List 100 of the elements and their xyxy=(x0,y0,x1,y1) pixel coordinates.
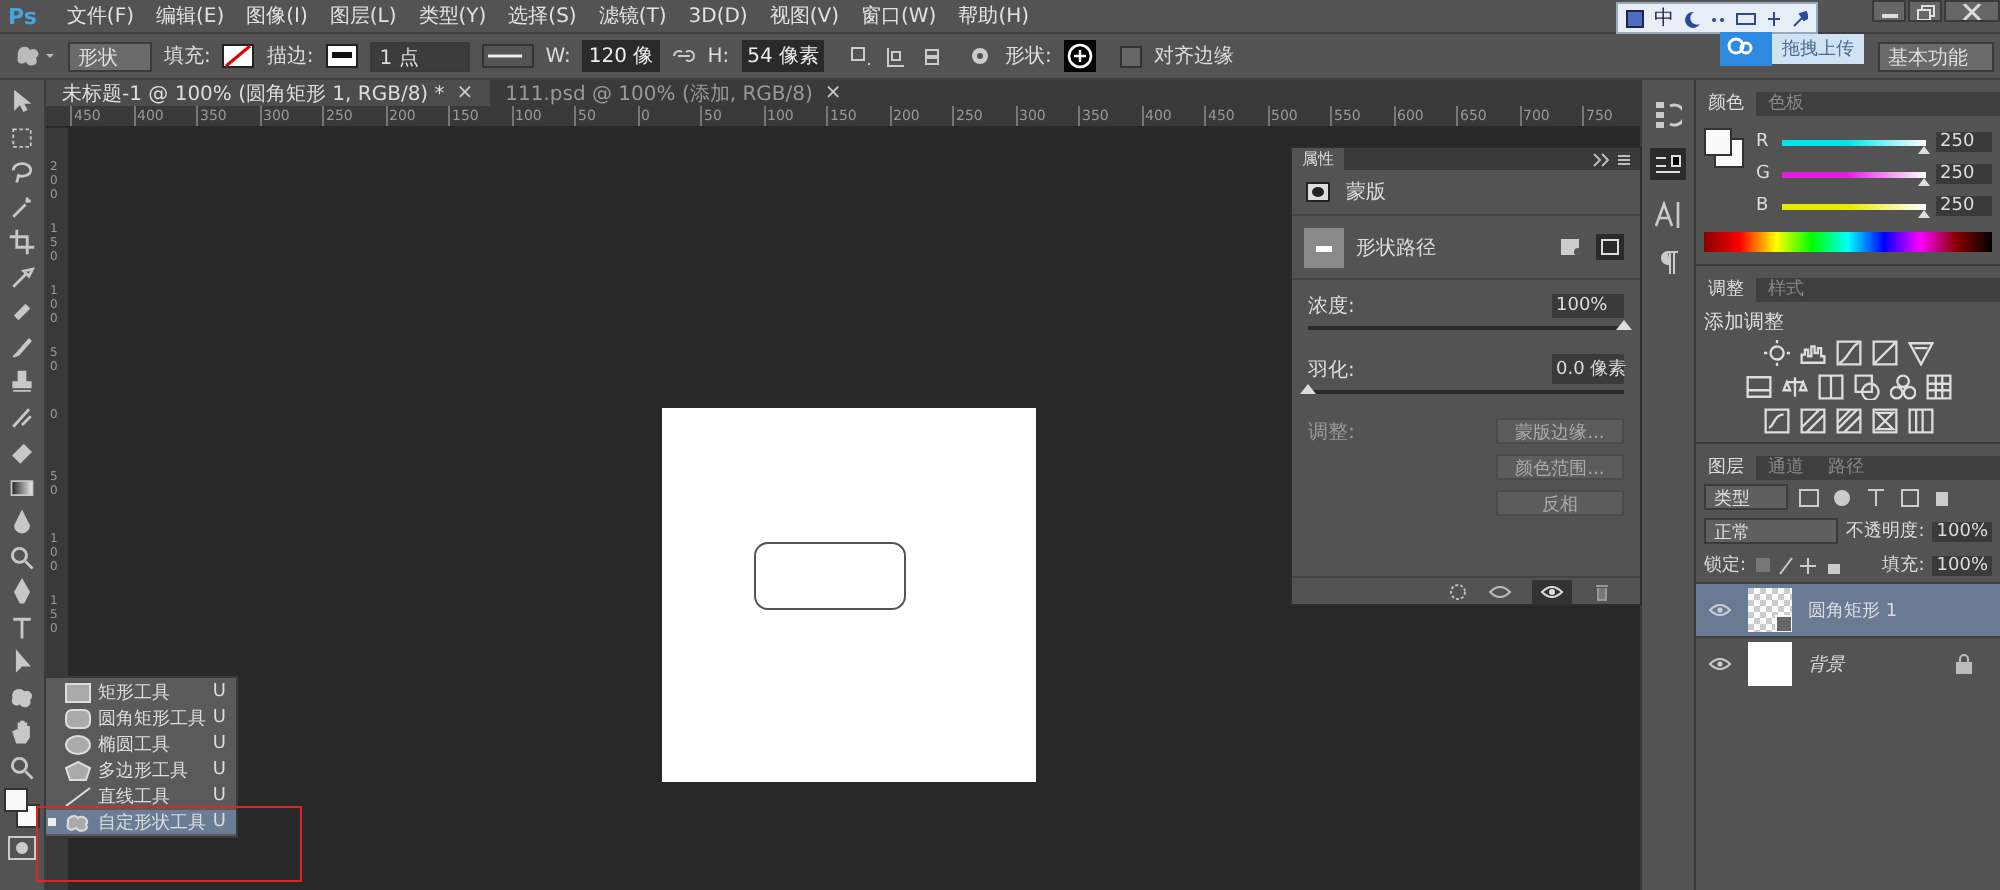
brush-icon[interactable] xyxy=(8,333,36,361)
lock-icon[interactable] xyxy=(1956,654,1972,674)
layer-row[interactable]: 圆角矩形 1 xyxy=(1696,582,2000,636)
paragraph-icon[interactable] xyxy=(1656,248,1680,276)
layer-row[interactable]: 背景 xyxy=(1696,636,2000,690)
settings-icon[interactable] xyxy=(968,44,993,68)
history-icon[interactable] xyxy=(1654,100,1682,128)
link-icon[interactable] xyxy=(671,48,696,64)
stack-icon[interactable] xyxy=(920,44,945,68)
moon-icon[interactable] xyxy=(1684,9,1700,27)
plus-icon[interactable] xyxy=(1766,9,1782,27)
eraser-icon[interactable] xyxy=(8,438,36,466)
wand-icon[interactable] xyxy=(8,193,36,221)
document-tab[interactable]: 111.psd @ 100% (添加, RGB/8) × xyxy=(489,80,858,106)
grid-icon[interactable] xyxy=(1925,374,1951,400)
menu-item[interactable]: 椭圆工具 U xyxy=(46,732,236,756)
shape-picker-icon[interactable] xyxy=(1063,40,1096,72)
blob-shape-icon[interactable] xyxy=(8,683,36,711)
color-swatches-icon[interactable] xyxy=(1704,128,1744,168)
channel-value-field[interactable]: 250 xyxy=(1936,164,1992,184)
rounded-rectangle-shape[interactable] xyxy=(754,542,906,610)
dropper-icon[interactable] xyxy=(8,263,36,291)
color-spectrum[interactable] xyxy=(1704,232,1992,252)
image-icon[interactable] xyxy=(1745,374,1771,400)
align-icon[interactable] xyxy=(848,44,873,68)
menu-item[interactable]: 视图(V) xyxy=(769,2,839,30)
bandage-icon[interactable] xyxy=(8,298,36,326)
menu-item[interactable]: 多边形工具 U xyxy=(46,758,236,782)
hourglass-icon[interactable] xyxy=(1871,408,1897,434)
align-edges-checkbox[interactable] xyxy=(1119,45,1142,67)
scale-icon[interactable] xyxy=(1781,374,1807,400)
menu-item[interactable]: 自定形状工具 U xyxy=(46,810,236,834)
menu-item[interactable]: 图层(L) xyxy=(329,2,397,30)
stroke-width-dropdown[interactable]: 1 点 xyxy=(369,41,470,71)
line-style-dropdown[interactable] xyxy=(481,44,534,68)
histogram-icon[interactable] xyxy=(1799,340,1825,366)
menu-item[interactable]: 类型(Y) xyxy=(418,2,487,30)
channel-value-field[interactable]: 250 xyxy=(1936,196,1992,216)
selection-icon[interactable] xyxy=(1448,581,1468,601)
panel-tab[interactable]: 色板 xyxy=(1756,92,1816,116)
channel-value-field[interactable]: 250 xyxy=(1936,132,1992,152)
stroke-swatch[interactable] xyxy=(325,44,358,68)
minimize-button[interactable] xyxy=(1872,0,1906,22)
hand-icon[interactable] xyxy=(8,718,36,746)
type-tool-icon[interactable] xyxy=(8,613,36,641)
quick-mask-icon[interactable] xyxy=(8,835,36,859)
panel-tab[interactable]: 属性 xyxy=(1292,148,1344,170)
layer-filter-dropdown[interactable]: 类型 xyxy=(1704,484,1788,510)
slider-thumb[interactable] xyxy=(1616,320,1632,330)
feather-field[interactable]: 0.0 像素 xyxy=(1552,354,1624,384)
upload-button[interactable]: 拖拽上传 xyxy=(1720,34,1864,64)
lock-icons-drawing[interactable] xyxy=(1754,555,1843,575)
mask-add-icon[interactable] xyxy=(1560,236,1584,258)
wrench-icon[interactable] xyxy=(1792,9,1808,27)
arrange-icon[interactable] xyxy=(884,44,909,68)
circles-icon[interactable] xyxy=(1853,374,1879,400)
height-field[interactable]: 54 像素 xyxy=(741,40,825,72)
menu-item[interactable]: 帮助(H) xyxy=(958,2,1030,30)
restore-button[interactable] xyxy=(1908,0,1942,22)
sun-icon[interactable] xyxy=(1763,340,1789,366)
slider-thumb[interactable] xyxy=(1917,145,1930,153)
panel-tab[interactable]: 通道 xyxy=(1756,456,1816,480)
mask-icon[interactable] xyxy=(1306,182,1330,202)
eye-icon[interactable] xyxy=(1532,579,1572,603)
slider-thumb[interactable] xyxy=(1300,384,1316,394)
close-tab-button[interactable]: × xyxy=(456,82,474,104)
menu-item[interactable]: 3D(D) xyxy=(688,5,748,27)
eye-icon[interactable] xyxy=(1708,656,1732,672)
menu-item[interactable]: 编辑(E) xyxy=(155,2,225,30)
menu-item[interactable]: 图像(I) xyxy=(246,2,308,30)
menu-item[interactable]: 直线工具 U xyxy=(46,784,236,808)
brush-icon[interactable] xyxy=(8,403,36,431)
stamp-icon[interactable] xyxy=(8,368,36,396)
eye-icon[interactable] xyxy=(1488,581,1512,601)
crop-icon[interactable] xyxy=(8,228,36,256)
menu-item[interactable]: 圆角矩形工具 U xyxy=(46,706,236,730)
mode-dropdown[interactable]: 形状 xyxy=(68,41,152,71)
curve-icon[interactable] xyxy=(1835,340,1861,366)
panel-tab[interactable]: 图层 xyxy=(1696,456,1756,480)
opacity-field[interactable]: 100% xyxy=(1932,521,1992,541)
blend-mode-dropdown[interactable]: 正常 xyxy=(1704,518,1839,544)
triangle-icon[interactable] xyxy=(1907,340,1933,366)
bounding-box-icon[interactable] xyxy=(1596,234,1624,260)
fill-swatch[interactable] xyxy=(222,44,255,68)
pen-icon[interactable] xyxy=(8,578,36,606)
dashed-square-icon[interactable] xyxy=(8,123,36,151)
panel-tab[interactable]: 路径 xyxy=(1816,456,1876,480)
slider-thumb[interactable] xyxy=(1917,177,1930,185)
panel-tab[interactable]: 颜色 xyxy=(1696,92,1756,116)
menu-item[interactable]: 窗口(W) xyxy=(860,2,937,30)
menu-item[interactable]: 滤镜(T) xyxy=(598,2,667,30)
trash-icon[interactable] xyxy=(1592,581,1612,601)
panel-tab[interactable]: 调整 xyxy=(1696,278,1756,302)
close-button[interactable] xyxy=(1944,0,2000,22)
ime-logo-icon[interactable] xyxy=(1626,9,1644,27)
panel-menu-icon[interactable] xyxy=(1592,151,1632,167)
move-arrow-icon[interactable] xyxy=(8,88,36,116)
menu-item[interactable]: 选择(S) xyxy=(508,2,577,30)
language-toggle[interactable]: 中 xyxy=(1654,4,1674,32)
fill-field[interactable]: 100% xyxy=(1932,555,1992,575)
